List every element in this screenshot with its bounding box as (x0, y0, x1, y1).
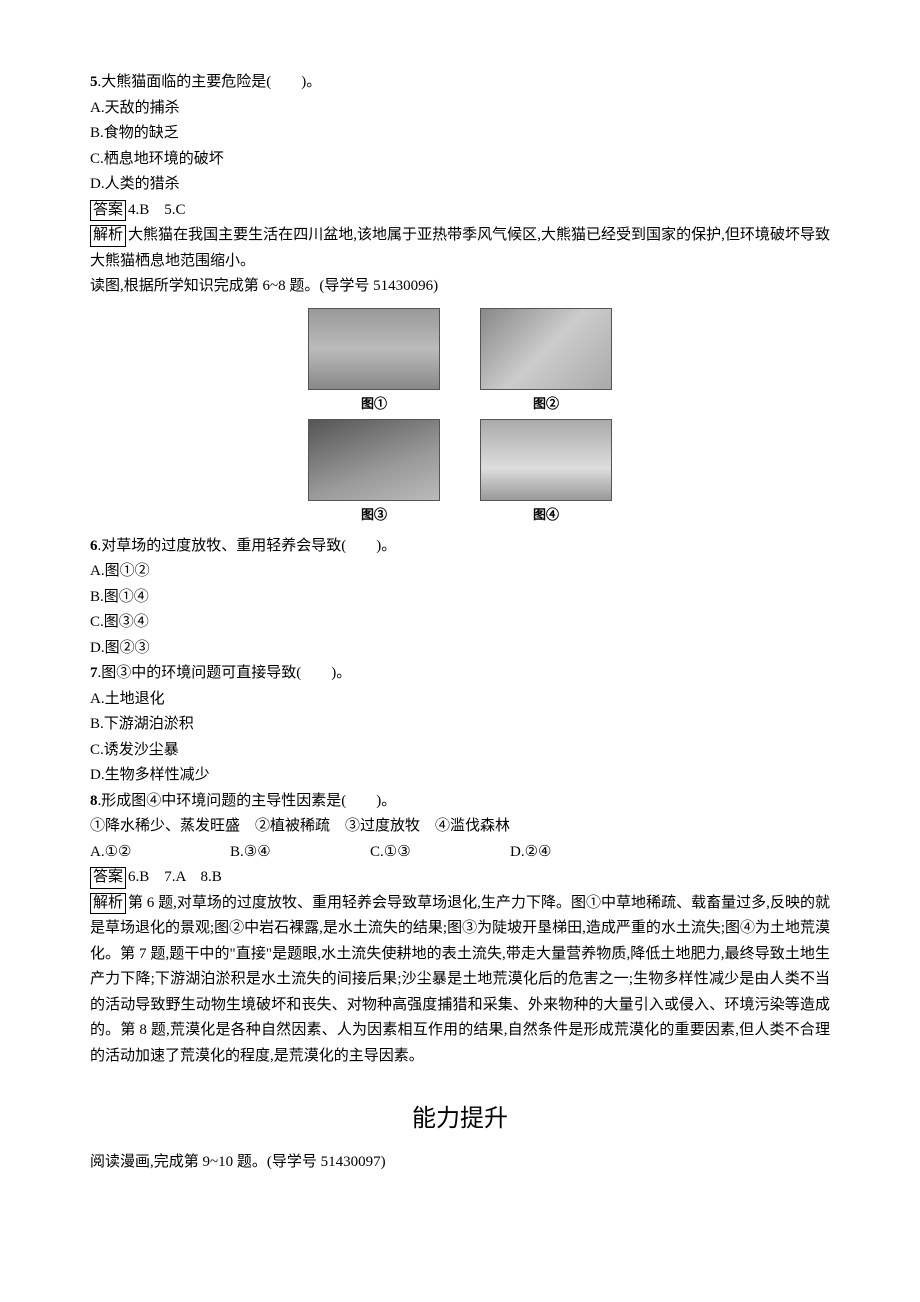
question-5-option-c: C.栖息地环境的破坏 (90, 147, 830, 173)
question-7-option-a: A.土地退化 (90, 687, 830, 713)
explanation-6-8-text: 第 6 题,对草场的过度放牧、重用轻养会导致草场退化,生产力下降。图①中草地稀疏… (90, 895, 830, 1064)
question-6-text: .对草场的过度放牧、重用轻养会导致( )。 (98, 538, 397, 554)
figure-2-caption: 图② (533, 393, 559, 415)
question-7-stem: 7.图③中的环境问题可直接导致( )。 (90, 661, 830, 687)
answer-6-8-text: 6.B 7.A 8.B (128, 869, 222, 885)
question-6-option-b: B.图①④ (90, 585, 830, 611)
question-8-option-c: C.①③ (370, 840, 510, 866)
answer-label: 答案 (90, 200, 126, 222)
explanation-label: 解析 (90, 893, 126, 915)
figure-1: 图① (308, 308, 440, 415)
answer-4-5: 答案4.B 5.C (90, 198, 830, 224)
question-7-number: 7 (90, 665, 98, 681)
question-5-option-b: B.食物的缺乏 (90, 121, 830, 147)
question-8-stem: 8.形成图④中环境问题的主导性因素是( )。 (90, 789, 830, 815)
question-8-text: .形成图④中环境问题的主导性因素是( )。 (98, 793, 397, 809)
explanation-6-8: 解析第 6 题,对草场的过度放牧、重用轻养会导致草场退化,生产力下降。图①中草地… (90, 891, 830, 1070)
question-5-number: 5 (90, 74, 98, 90)
figure-4: 图④ (480, 419, 612, 526)
lead-in-6-8: 读图,根据所学知识完成第 6~8 题。(导学号 51430096) (90, 274, 830, 300)
answer-4-5-text: 4.B 5.C (128, 202, 186, 218)
figure-3: 图③ (308, 419, 440, 526)
figure-row-1: 图① 图② (90, 308, 830, 415)
figure-3-caption: 图③ (361, 504, 387, 526)
question-7-option-c: C.诱发沙尘暴 (90, 738, 830, 764)
answer-label: 答案 (90, 867, 126, 889)
explanation-label: 解析 (90, 225, 126, 247)
question-8-option-a: A.①② (90, 840, 230, 866)
figure-4-caption: 图④ (533, 504, 559, 526)
question-5-text: .大熊猫面临的主要危险是( )。 (98, 74, 322, 90)
question-8-factors: ①降水稀少、蒸发旺盛 ②植被稀疏 ③过度放牧 ④滥伐森林 (90, 814, 830, 840)
lead-in-9-10: 阅读漫画,完成第 9~10 题。(导学号 51430097) (90, 1150, 830, 1176)
question-5-option-d: D.人类的猎杀 (90, 172, 830, 198)
question-8-options: A.①② B.③④ C.①③ D.②④ (90, 840, 830, 866)
question-5-stem: 5.大熊猫面临的主要危险是( )。 (90, 70, 830, 96)
figure-4-image (480, 419, 612, 501)
explanation-4-5: 解析大熊猫在我国主要生活在四川盆地,该地属于亚热带季风气候区,大熊猫已经受到国家… (90, 223, 830, 274)
question-8-option-b: B.③④ (230, 840, 370, 866)
figure-2-image (480, 308, 612, 390)
question-7-option-b: B.下游湖泊淤积 (90, 712, 830, 738)
question-7-option-d: D.生物多样性减少 (90, 763, 830, 789)
question-6-option-c: C.图③④ (90, 610, 830, 636)
figure-grid: 图① 图② 图③ 图④ (90, 308, 830, 526)
figure-1-image (308, 308, 440, 390)
explanation-4-5-text: 大熊猫在我国主要生活在四川盆地,该地属于亚热带季风气候区,大熊猫已经受到国家的保… (90, 227, 830, 269)
question-5-option-a: A.天敌的捕杀 (90, 96, 830, 122)
figure-2: 图② (480, 308, 612, 415)
question-8-option-d: D.②④ (510, 840, 650, 866)
question-6-stem: 6.对草场的过度放牧、重用轻养会导致( )。 (90, 534, 830, 560)
question-6-option-d: D.图②③ (90, 636, 830, 662)
question-6-number: 6 (90, 538, 98, 554)
answer-6-8: 答案6.B 7.A 8.B (90, 865, 830, 891)
question-6-option-a: A.图①② (90, 559, 830, 585)
section-heading: 能力提升 (90, 1099, 830, 1140)
question-8-number: 8 (90, 793, 98, 809)
figure-row-2: 图③ 图④ (90, 419, 830, 526)
question-7-text: .图③中的环境问题可直接导致( )。 (98, 665, 352, 681)
figure-1-caption: 图① (361, 393, 387, 415)
figure-3-image (308, 419, 440, 501)
